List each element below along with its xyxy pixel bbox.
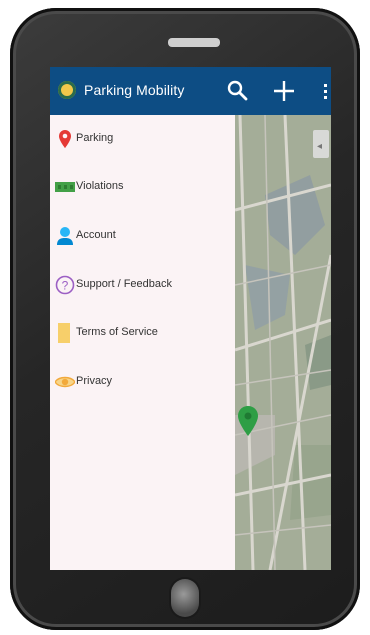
drawer-item-privacy[interactable]: Privacy [50,362,235,402]
drawer-item-label: Violations [76,180,124,192]
plus-icon [274,81,294,101]
add-button[interactable] [268,75,300,107]
search-button[interactable] [222,75,254,107]
drawer-item-label: Support / Feedback [76,278,173,290]
app-logo-icon [58,81,76,99]
drawer-item-label: Terms of Service [76,326,158,338]
person-icon [57,227,73,245]
drawer-item-parking[interactable]: Parking [50,119,235,159]
drawer-item-account[interactable]: Account [50,216,235,256]
map-pin-icon [59,130,71,148]
svg-text:?: ? [62,279,69,293]
eye-icon [55,376,75,388]
navigation-drawer: Parking Violations Account ? Support / F… [50,115,235,570]
more-vert-icon [324,84,327,99]
drawer-item-label: Account [76,229,116,241]
app-title: Parking Mobility [84,82,185,98]
document-icon [58,323,70,343]
help-icon: ? [55,275,75,295]
drawer-item-violations[interactable]: Violations [50,167,235,207]
drawer-item-terms-of-service[interactable]: Terms of Service [50,313,235,353]
app-bar: Parking Mobility [50,67,331,115]
home-button[interactable] [171,579,199,617]
drawer-item-support-feedback[interactable]: ? Support / Feedback [50,265,235,305]
svg-text:◂: ◂ [317,141,322,152]
map-view[interactable]: ◂ [235,115,331,570]
drawer-item-label: Parking [76,132,114,144]
drawer-item-label: Privacy [76,375,113,387]
speaker-grille [168,38,220,47]
ticket-icon [55,182,75,192]
search-icon [227,80,248,101]
app-screen: Parking Mobility ◂ Parking Violations Ac… [50,67,331,570]
overflow-menu-button[interactable] [310,75,331,107]
map-marker-icon[interactable] [237,405,259,437]
